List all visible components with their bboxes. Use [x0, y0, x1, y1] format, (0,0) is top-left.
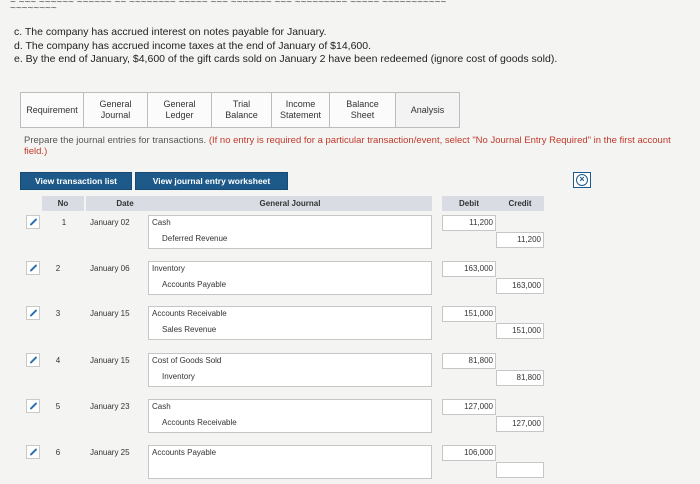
debit-amount: 127,000 — [464, 402, 493, 411]
entry-date: January 15 — [90, 356, 130, 365]
tab-analysis[interactable]: Analysis — [396, 92, 460, 128]
note-c: c. The company has accrued interest on n… — [14, 26, 327, 38]
general-journal-table: No Date General Journal Debit Credit 1 J… — [24, 196, 544, 484]
entry-date: January 06 — [90, 264, 130, 273]
debit-account[interactable]: Accounts Receivable — [152, 309, 227, 318]
debit-amount: 106,000 — [464, 448, 493, 457]
account-box[interactable] — [148, 399, 432, 433]
tab-balance-sheet[interactable]: Balance Sheet — [330, 92, 396, 128]
entry-number: 5 — [55, 402, 61, 411]
debit-amount: 151,000 — [464, 309, 493, 318]
credit-account[interactable]: Accounts Receivable — [162, 418, 237, 427]
edit-pencil-icon[interactable] — [26, 215, 40, 229]
instruction-text: Prepare the journal entries for transact… — [24, 135, 674, 157]
requirement-tabs: Requirement General Journal General Ledg… — [20, 92, 460, 128]
x-icon: × — [576, 174, 588, 186]
entry-number: 3 — [55, 309, 61, 318]
entry-number: 6 — [55, 448, 61, 457]
note-e: e. By the end of January, $4,600 of the … — [14, 53, 558, 65]
entry-date: January 23 — [90, 402, 130, 411]
header-no: No — [42, 196, 84, 211]
edit-pencil-icon[interactable] — [26, 261, 40, 275]
entry-date: January 02 — [90, 218, 130, 227]
tab-income-statement[interactable]: Income Statement — [272, 92, 330, 128]
credit-input[interactable] — [496, 462, 544, 478]
credit-account[interactable]: Sales Revenue — [162, 325, 216, 334]
tab-requirement[interactable]: Requirement — [20, 92, 84, 128]
credit-amount: 151,000 — [512, 326, 541, 335]
debit-amount: 81,800 — [468, 356, 493, 365]
entry-number: 2 — [55, 264, 61, 273]
tab-trial-balance[interactable]: Trial Balance — [212, 92, 272, 128]
entry-number: 1 — [61, 218, 67, 227]
credit-account[interactable]: Inventory — [162, 372, 195, 381]
account-box[interactable] — [148, 215, 432, 249]
entry-date: January 15 — [90, 309, 130, 318]
close-icon[interactable]: × — [573, 172, 591, 188]
edit-pencil-icon[interactable] — [26, 399, 40, 413]
credit-account[interactable]: Deferred Revenue — [162, 234, 227, 243]
debit-account[interactable]: Accounts Payable — [152, 448, 216, 457]
credit-amount: 81,800 — [516, 373, 541, 382]
debit-account[interactable]: Cost of Goods Sold — [152, 356, 221, 365]
view-journal-entry-worksheet-button[interactable]: View journal entry worksheet — [135, 172, 288, 190]
edit-pencil-icon[interactable] — [26, 353, 40, 367]
tab-general-journal[interactable]: General Journal — [84, 92, 148, 128]
header-credit: Credit — [496, 196, 544, 211]
view-transaction-list-button[interactable]: View transaction list — [20, 172, 132, 190]
debit-account[interactable]: Cash — [152, 402, 171, 411]
debit-amount: 11,200 — [469, 218, 493, 227]
credit-amount: 127,000 — [512, 419, 541, 428]
entry-date: January 25 — [90, 448, 130, 457]
account-box[interactable] — [148, 261, 432, 295]
header-debit: Debit — [442, 196, 496, 211]
entry-number: 4 — [55, 356, 61, 365]
credit-account[interactable]: Accounts Payable — [162, 280, 226, 289]
header-general-journal: General Journal — [148, 196, 432, 211]
edit-pencil-icon[interactable] — [26, 445, 40, 459]
debit-account[interactable]: Inventory — [152, 264, 185, 273]
credit-amount: 163,000 — [512, 281, 541, 290]
credit-amount: 11,200 — [517, 235, 541, 244]
debit-account[interactable]: Cash — [152, 218, 171, 227]
note-d: d. The company has accrued income taxes … — [14, 40, 372, 52]
instruction-main: Prepare the journal entries for transact… — [24, 135, 207, 146]
debit-amount: 163,000 — [464, 264, 493, 273]
tab-general-ledger[interactable]: General Ledger — [148, 92, 212, 128]
cut-off-text: ~ ~~~ ~~~~~~ ~~~~~~ ~~ ~~~~~~~~ ~~~~~ ~~… — [10, 0, 447, 10]
edit-pencil-icon[interactable] — [26, 306, 40, 320]
